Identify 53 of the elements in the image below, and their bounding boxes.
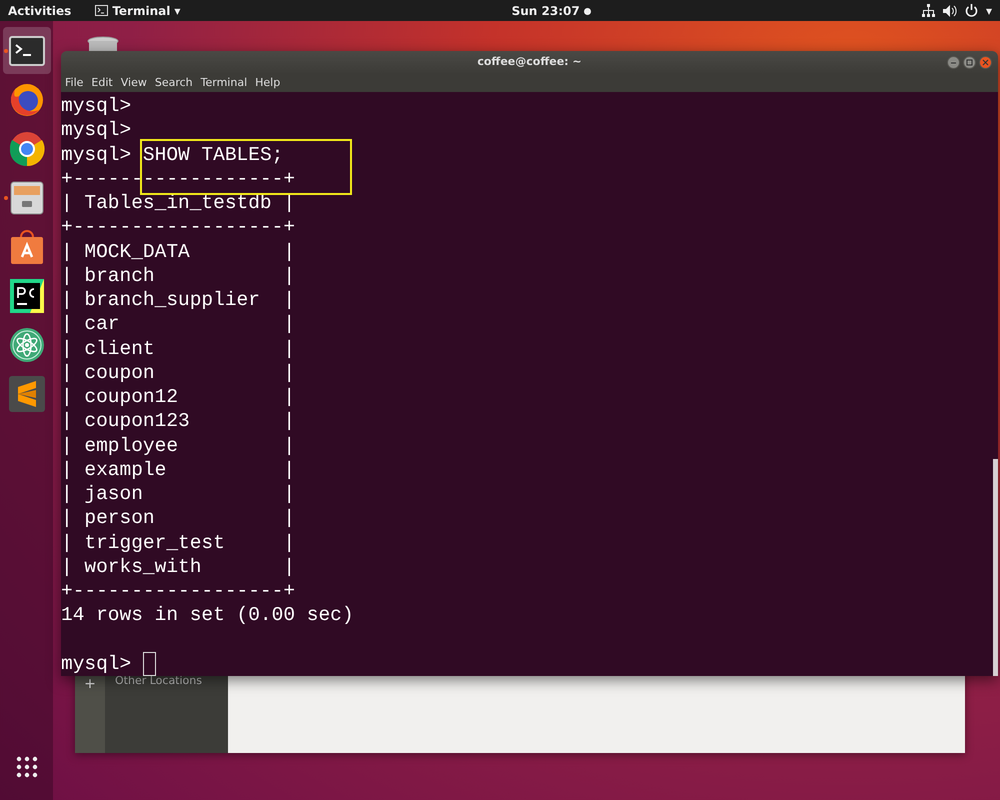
prompt-text: mysql> xyxy=(61,95,132,117)
menu-item[interactable]: Terminal xyxy=(200,74,248,92)
terminal-icon[interactable] xyxy=(8,36,44,66)
minimize-button[interactable] xyxy=(947,56,960,69)
close-button[interactable] xyxy=(979,56,992,69)
menu-item[interactable]: Edit xyxy=(91,74,113,92)
dock-slot[interactable] xyxy=(2,27,50,74)
prompt-text: mysql> xyxy=(61,144,132,166)
file-cabinet-icon[interactable] xyxy=(10,180,44,214)
output-line: | client | xyxy=(61,338,296,360)
caret-icon[interactable]: ▾ xyxy=(986,2,992,20)
terminal-icon xyxy=(95,5,108,16)
output-line: | MOCK_DATA | xyxy=(61,240,296,262)
command-text: SHOW TABLES; xyxy=(142,144,284,166)
menu-item[interactable]: View xyxy=(120,74,147,92)
output-line: | trigger_test | xyxy=(61,532,296,554)
menu-item[interactable]: Search xyxy=(154,74,193,92)
output-line: | car | xyxy=(61,313,296,336)
maximize-icon xyxy=(966,59,973,66)
atom-icon[interactable] xyxy=(8,326,44,362)
output-line: | example | xyxy=(61,458,296,481)
output-line: 14 rows in set (0.00 sec) xyxy=(61,604,354,626)
close-icon xyxy=(982,59,989,66)
output-line: +------------------+ xyxy=(61,216,296,238)
activities-button[interactable]: Activities xyxy=(8,2,72,20)
volume-icon[interactable] xyxy=(942,4,957,16)
output-line: | employee | xyxy=(61,434,296,456)
window-title: coffee@coffee: ~ xyxy=(477,54,582,70)
trash-icon[interactable] xyxy=(86,36,120,52)
output-line: | coupon123 | xyxy=(61,410,296,432)
output-line: | branch_supplier | xyxy=(61,289,296,311)
output-line: | coupon12 | xyxy=(61,386,296,408)
prompt-text: mysql> xyxy=(61,119,132,142)
globe-fox-icon[interactable] xyxy=(8,82,44,118)
scrollbar[interactable] xyxy=(993,459,998,676)
clock[interactable]: Sun 23:07 xyxy=(512,2,580,20)
prompt-text: mysql> xyxy=(61,652,132,675)
app-menu[interactable]: Terminal ▾ xyxy=(95,2,180,20)
output-line: +------------------+ xyxy=(61,580,296,602)
maximize-button[interactable] xyxy=(963,56,976,69)
menu-item[interactable]: File xyxy=(65,74,84,92)
ide-icon[interactable] xyxy=(10,278,44,312)
output-line: | works_with | xyxy=(61,556,296,578)
network-icon[interactable] xyxy=(922,4,935,17)
shopping-bag-icon[interactable] xyxy=(10,228,44,264)
output-line: | person | xyxy=(61,507,296,530)
sidebar-item[interactable]: Other Locations xyxy=(115,673,228,690)
output-line: | branch | xyxy=(61,264,296,287)
menu-item[interactable]: Help xyxy=(255,74,280,92)
output-line: | jason | xyxy=(61,483,296,505)
output-line: | coupon | xyxy=(61,362,296,384)
editor-icon[interactable] xyxy=(8,376,44,412)
power-icon[interactable] xyxy=(964,4,978,17)
